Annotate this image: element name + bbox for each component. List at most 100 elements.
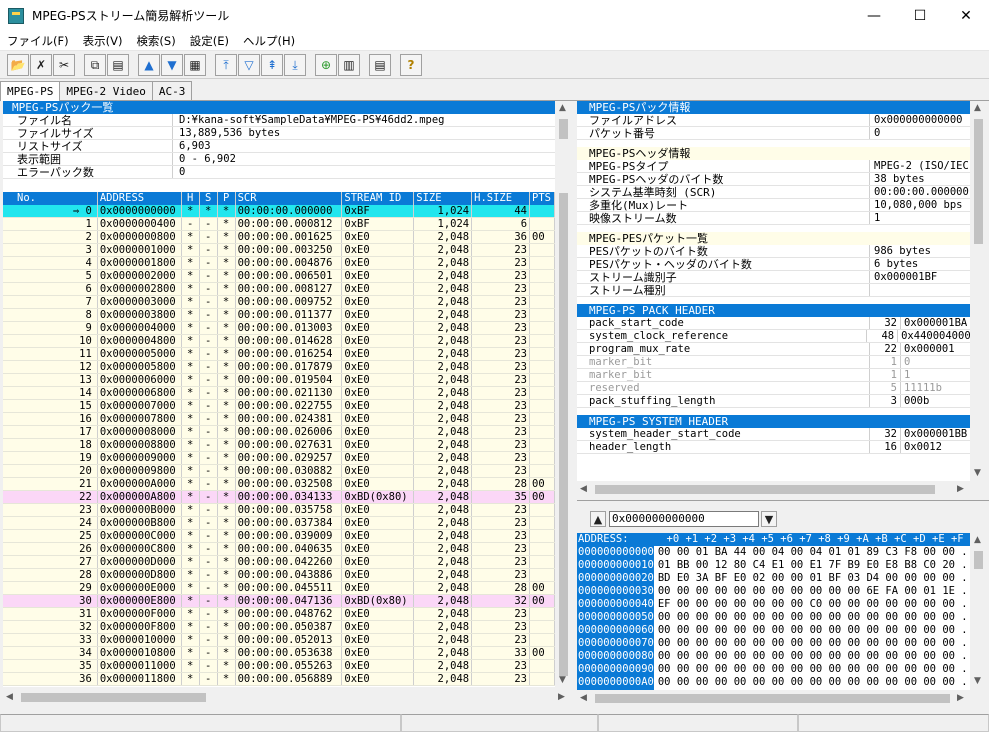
first-icon[interactable]: ⤒ [215, 54, 237, 76]
hex-prev-icon[interactable]: ▲ [590, 511, 606, 527]
table-row[interactable]: 8 0x0000003800 * - * 00:00:00.011377 0xE0 2,048… [3, 309, 555, 322]
table-row[interactable]: 22 0x000000A800 * - * 00:00:00.034133 0xBD(0x8… [3, 491, 555, 504]
col-size[interactable]: SIZE [414, 192, 473, 205]
hex-hscroll[interactable]: ◀ ▶ [577, 690, 970, 707]
table-row[interactable]: 19 0x0000009000 * - * 00:00:00.029257 0xE0 2,04… [3, 452, 555, 465]
table-row[interactable]: 18 0x0000008800 * - * 00:00:00.027631 0xE0 2,04… [3, 439, 555, 452]
table-row[interactable]: 3 0x0000001000 * - * 00:00:00.003250 0xE0 2,048… [3, 244, 555, 257]
help-icon[interactable]: ? [400, 54, 422, 76]
table-row[interactable]: 28 0x000000D800 * - * 00:00:00.043886 0xE0 2,04… [3, 569, 555, 582]
col-h[interactable]: H [182, 192, 200, 205]
table-row[interactable]: 21 0x000000A000 * - * 00:00:00.032508 0xE0 2,04… [3, 478, 555, 491]
col-no[interactable]: No. [3, 192, 98, 205]
table-cell: * [218, 556, 236, 568]
table-row[interactable]: 4 0x0000001800 * - * 00:00:00.004876 0xE0 2,048… [3, 257, 555, 270]
table-cell: 23 [472, 621, 531, 633]
table-cell: 00:00:00.000000 [236, 205, 343, 217]
table-row[interactable]: 27 0x000000D000 * - * 00:00:00.042260 0xE0 2,04… [3, 556, 555, 569]
col-s[interactable]: S [200, 192, 218, 205]
menu-help[interactable]: ヘルプ(H) [236, 33, 302, 49]
jump-icon[interactable]: ▦ [184, 54, 206, 76]
arrow-up-icon[interactable]: ▲ [138, 54, 160, 76]
minimize-button[interactable]: — [851, 0, 897, 31]
close-file-icon[interactable]: ✗ [30, 54, 52, 76]
col-p[interactable]: P [218, 192, 236, 205]
pack-list-hscroll[interactable]: ◀ ▶ [3, 689, 572, 706]
table-cell: * [200, 205, 218, 217]
pack-list[interactable]: ⇒ 0 0x0000000000 * * * 00:00:00.000000 0xBF 1,0… [3, 205, 555, 686]
export-icon[interactable]: ▤ [107, 54, 129, 76]
table-row[interactable]: 13 0x0000006000 * - * 00:00:00.019504 0xE0 2,04… [3, 374, 555, 387]
copy-icon[interactable]: ⧉ [84, 54, 106, 76]
table-cell: 2,048 [414, 556, 473, 568]
menu-settings[interactable]: 設定(E) [183, 33, 236, 49]
table-row[interactable]: 26 0x000000C800 * - * 00:00:00.040635 0xE0 2,04… [3, 543, 555, 556]
next-icon[interactable]: ⇞ [261, 54, 283, 76]
info-hscroll[interactable]: ◀ ▶ [577, 481, 970, 498]
summary-value: 13,889,536 bytes [179, 127, 281, 139]
table-row[interactable]: 5 0x0000002000 * - * 00:00:00.006501 0xE0 2,048… [3, 270, 555, 283]
menu-view[interactable]: 表示(V) [76, 33, 130, 49]
col-hsize[interactable]: H.SIZE [472, 192, 531, 205]
table-row[interactable]: 32 0x000000F800 * - * 00:00:00.050387 0xE0 2,04… [3, 621, 555, 634]
prev-icon[interactable]: ▽ [238, 54, 260, 76]
table-row[interactable]: 31 0x000000F000 * - * 00:00:00.048762 0xE0 2,04… [3, 608, 555, 621]
table-row[interactable]: 16 0x0000007800 * - * 00:00:00.024381 0xE0 2,04… [3, 413, 555, 426]
menu-search[interactable]: 検索(S) [129, 33, 182, 49]
table-row[interactable]: 29 0x000000E000 * - * 00:00:00.045511 0xE0 2,04… [3, 582, 555, 595]
table-row[interactable]: 30 0x000000E800 * - * 00:00:00.047136 0xBD(0x8… [3, 595, 555, 608]
table-row[interactable]: 25 0x000000C000 * - * 00:00:00.039009 0xE0 2,04… [3, 530, 555, 543]
maximize-button[interactable]: ☐ [897, 0, 943, 31]
table-row[interactable]: 2 0x0000000800 * - * 00:00:00.001625 0xE0 2,048… [3, 231, 555, 244]
cut-icon[interactable]: ✂ [53, 54, 75, 76]
table-row[interactable]: 24 0x000000B800 * - * 00:00:00.037384 0xE0 2,04… [3, 517, 555, 530]
pack-header-section: MPEG-PS PACK HEADER [577, 304, 970, 317]
table-row[interactable]: 10 0x0000004800 * - * 00:00:00.014628 0xE0 2,04… [3, 335, 555, 348]
col-stream-id[interactable]: STREAM ID [342, 192, 415, 205]
table-row[interactable]: 11 0x0000005000 * - * 00:00:00.016254 0xE0 2,04… [3, 348, 555, 361]
info-value: 0 [874, 127, 881, 139]
table-cell: 0x0000000800 [98, 231, 182, 243]
arrow-down-icon[interactable]: ▼ [161, 54, 183, 76]
table-row[interactable]: 33 0x0000010000 * - * 00:00:00.052013 0xE0 2,04… [3, 634, 555, 647]
info-vscroll[interactable]: ▲ ▼ [970, 101, 987, 481]
hex-next-icon[interactable]: ▼ [761, 511, 777, 527]
table-row[interactable]: 35 0x0000011000 * - * 00:00:00.055263 0xE0 2,04… [3, 660, 555, 673]
tab-mpeg2-video[interactable]: MPEG-2 Video [59, 81, 153, 100]
table-row[interactable]: 23 0x000000B000 * - * 00:00:00.035758 0xE0 2,04… [3, 504, 555, 517]
menu-file[interactable]: ファイル(F) [0, 33, 76, 49]
tab-mpeg-ps[interactable]: MPEG-PS [0, 81, 61, 101]
table-row[interactable]: 36 0x0000011800 * - * 00:00:00.056889 0xE0 2,04… [3, 673, 555, 686]
table-cell: * [218, 439, 236, 451]
hex-address-input[interactable]: 0x000000000000 [609, 511, 759, 527]
table-cell: 19 [3, 452, 98, 464]
table-row[interactable]: 17 0x0000008000 * - * 00:00:00.026006 0xE0 2,04… [3, 426, 555, 439]
col-scr[interactable]: SCR [236, 192, 343, 205]
tab-ac3[interactable]: AC-3 [151, 81, 193, 100]
table-row[interactable]: 6 0x0000002800 * - * 00:00:00.008127 0xE0 2,048… [3, 283, 555, 296]
document-icon[interactable]: ▤ [369, 54, 391, 76]
table-cell: - [200, 608, 218, 620]
table-cell: 00:00:00.000812 [236, 218, 343, 230]
table-row[interactable]: 15 0x0000007000 * - * 00:00:00.022755 0xE0 2,04… [3, 400, 555, 413]
table-row[interactable]: ⇒ 0 0x0000000000 * * * 00:00:00.000000 0xBF 1,0… [3, 205, 555, 218]
table-cell: 9 [3, 322, 98, 334]
col-pts[interactable]: PTS [530, 192, 555, 205]
table-row[interactable]: 14 0x0000006800 * - * 00:00:00.021130 0xE0 2,04… [3, 387, 555, 400]
pack-list-vscroll[interactable]: ▲ ▼ [555, 101, 572, 687]
last-icon[interactable]: ⤓ [284, 54, 306, 76]
hex-vscroll[interactable]: ▲ ▼ [970, 533, 987, 690]
table-row[interactable]: 7 0x0000003000 * - * 00:00:00.009752 0xE0 2,048… [3, 296, 555, 309]
table-icon[interactable]: ▥ [338, 54, 360, 76]
table-cell: 00:00:00.016254 [236, 348, 343, 360]
close-button[interactable]: ✕ [943, 0, 989, 31]
table-row[interactable]: 34 0x0000010800 * - * 00:00:00.053638 0xE0 2,04… [3, 647, 555, 660]
table-row[interactable]: 9 0x0000004000 * - * 00:00:00.013003 0xE0 2,048… [3, 322, 555, 335]
field-value: 0x000001BA [904, 317, 968, 329]
col-address[interactable]: ADDRESS [98, 192, 182, 205]
table-row[interactable]: 20 0x0000009800 * - * 00:00:00.030882 0xE0 2,04… [3, 465, 555, 478]
open-folder-icon[interactable]: 📂 [7, 54, 29, 76]
table-row[interactable]: 1 0x0000000400- - * 00:00:00.000812 0xBF 1,024… [3, 218, 555, 231]
table-row[interactable]: 12 0x0000005800 * - * 00:00:00.017879 0xE0 2,04… [3, 361, 555, 374]
refresh-icon[interactable]: ⊕ [315, 54, 337, 76]
